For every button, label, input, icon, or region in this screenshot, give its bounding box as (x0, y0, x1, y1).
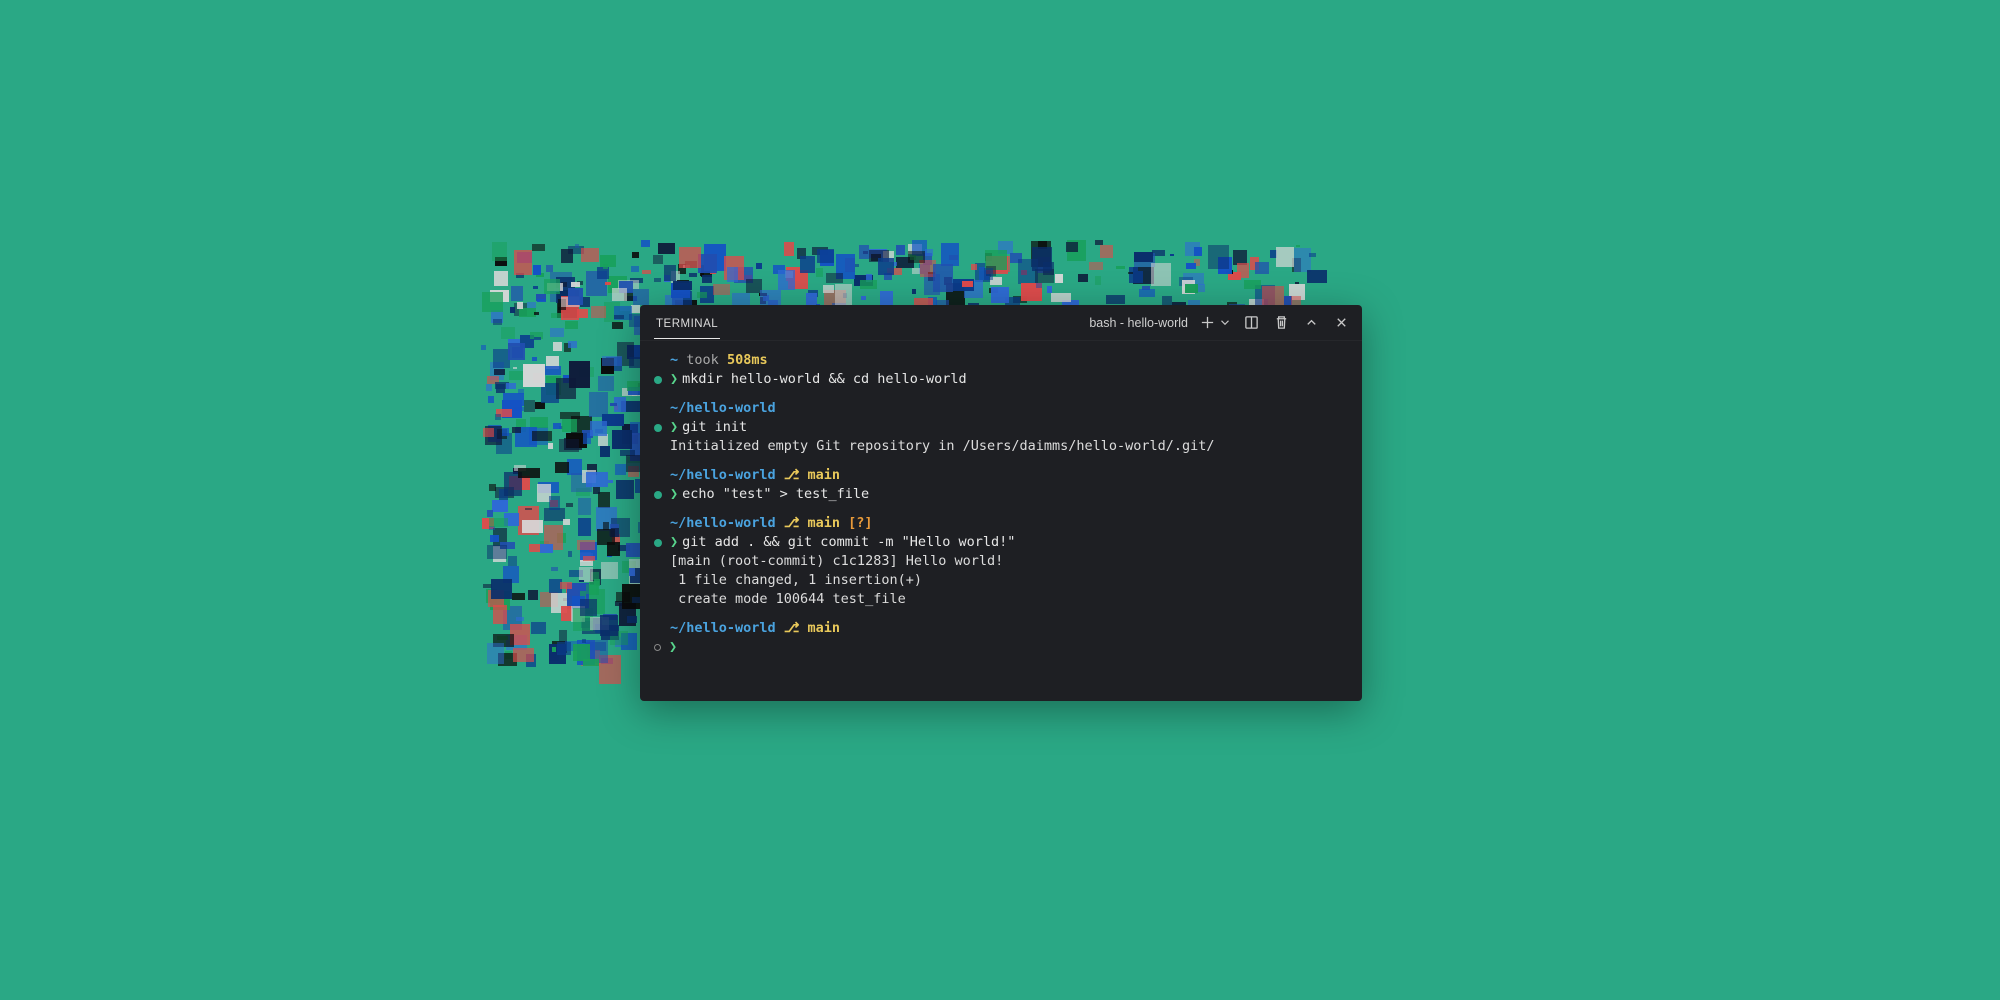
prompt-line: ~ took 508ms (654, 351, 1348, 370)
prompt-bullet-icon (654, 644, 661, 651)
prompt-line: ~/hello-world ⎇ main (654, 619, 1348, 638)
command-text: echo "test" > test_file (682, 485, 869, 504)
prompt-caret-icon: ❯ (670, 418, 678, 437)
command-line: ❯git init (654, 418, 1348, 437)
prompt-caret-icon: ❯ (670, 370, 678, 389)
prompt-caret-icon: ❯ (670, 485, 678, 504)
git-branch-icon: ⎇ (784, 620, 800, 636)
git-branch-icon: ⎇ (784, 467, 800, 483)
prompt-bullet-icon (654, 376, 662, 384)
git-status: [?] (848, 515, 872, 531)
shell-label[interactable]: bash - hello-world (1083, 316, 1188, 330)
command-text: mkdir hello-world && cd hello-world (682, 370, 966, 389)
terminal-tab-bar: TERMINAL bash - hello-world (640, 305, 1362, 341)
prompt-caret-icon: ❯ (669, 638, 677, 657)
elapsed-time: 508ms (727, 352, 768, 368)
git-branch: main (808, 620, 841, 636)
git-branch-icon: ⎇ (784, 515, 800, 531)
prompt-bullet-icon (654, 491, 662, 499)
command-line: ❯echo "test" > test_file (654, 485, 1348, 504)
kill-terminal-button[interactable] (1270, 312, 1292, 334)
prompt-line: ~/hello-world ⎇ main (654, 466, 1348, 485)
cwd-path: ~/hello-world (670, 400, 776, 416)
took-label: took (686, 352, 719, 368)
prompt-caret-icon: ❯ (670, 533, 678, 552)
shell-name: bash - hello-world (1089, 316, 1188, 330)
command-line: ❯git add . && git commit -m "Hello world… (654, 533, 1348, 552)
git-branch: main (808, 515, 841, 531)
command-text: git init (682, 418, 747, 437)
command-text: git add . && git commit -m "Hello world!… (682, 533, 1015, 552)
cwd-path: ~/hello-world (670, 620, 776, 636)
prompt-line: ~/hello-world (654, 399, 1348, 418)
cwd-path: ~/hello-world (670, 515, 776, 531)
output-line: [main (root-commit) c1c1283] Hello world… (654, 552, 1348, 571)
output-line: 1 file changed, 1 insertion(+) (654, 571, 1348, 590)
terminal-dropdown-button[interactable] (1218, 312, 1232, 334)
cwd-path: ~ (670, 352, 678, 368)
close-panel-button[interactable] (1330, 312, 1352, 334)
terminal-output[interactable]: ~ took 508ms❯mkdir hello-world && cd hel… (640, 341, 1362, 671)
prompt-bullet-icon (654, 539, 662, 547)
cwd-path: ~/hello-world (670, 467, 776, 483)
output-line: create mode 100644 test_file (654, 590, 1348, 609)
output-line: Initialized empty Git repository in /Use… (654, 437, 1348, 456)
new-terminal-button[interactable] (1196, 312, 1218, 334)
maximize-panel-button[interactable] (1300, 312, 1322, 334)
command-line: ❯mkdir hello-world && cd hello-world (654, 370, 1348, 389)
terminal-tab[interactable]: TERMINAL (654, 307, 720, 339)
terminal-panel: TERMINAL bash - hello-world ~ took 508ms… (640, 305, 1362, 701)
split-terminal-button[interactable] (1240, 312, 1262, 334)
prompt-line: ~/hello-world ⎇ main [?] (654, 514, 1348, 533)
command-line: ❯ (654, 638, 1348, 657)
prompt-bullet-icon (654, 424, 662, 432)
git-branch: main (808, 467, 841, 483)
